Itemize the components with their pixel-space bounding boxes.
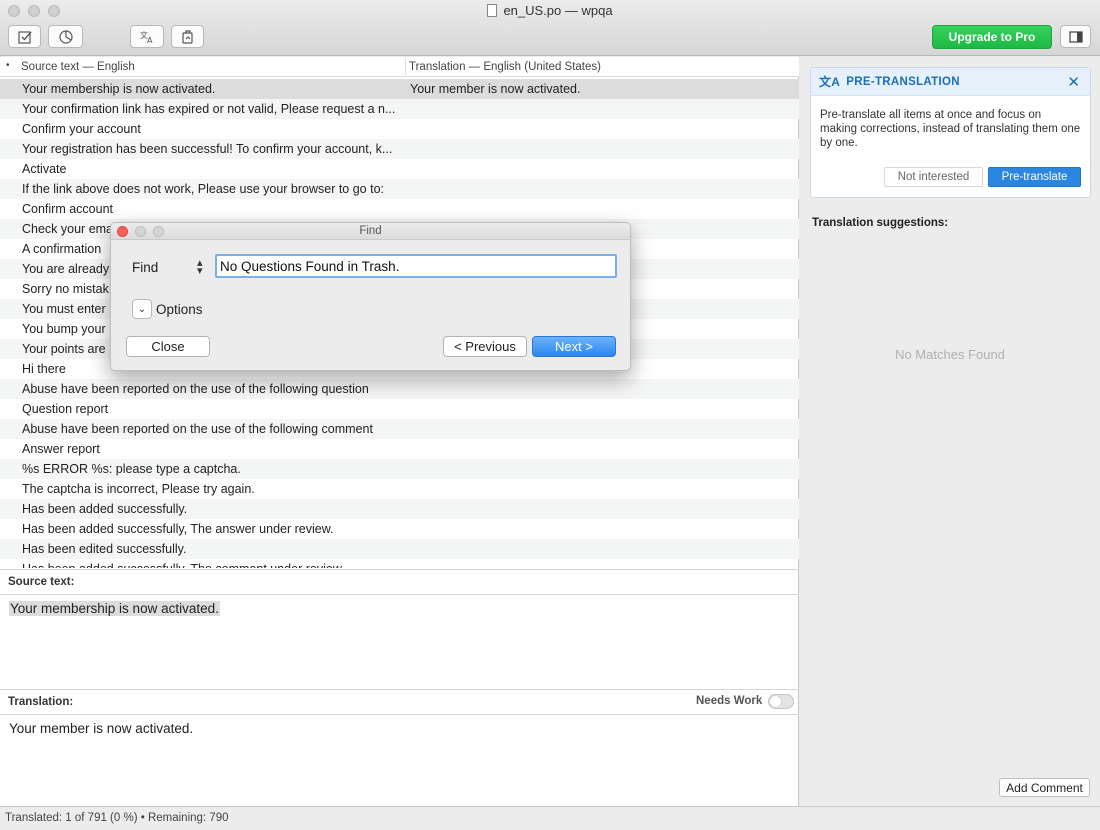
checkbox-icon [17, 30, 32, 44]
find-dialog-title: Find [111, 223, 630, 240]
status-bar: Translated: 1 of 791 (0 %) • Remaining: … [0, 806, 1100, 830]
translation-suggestions-label: Translation suggestions: [812, 217, 949, 229]
list-header-dot: • [6, 60, 10, 71]
table-row[interactable]: Has been edited successfully. [0, 539, 799, 559]
translation-label: Translation: [8, 696, 74, 708]
pretranslation-card: 文A PRE-TRANSLATION ✕ Pre-translate all i… [810, 67, 1091, 198]
source-column-header[interactable]: Source text — English [21, 61, 135, 73]
find-next-button[interactable]: Next > [532, 336, 616, 357]
source-cell: Your membership is now activated. [22, 82, 216, 96]
table-row[interactable]: Abuse have been reported on the use of t… [0, 419, 799, 439]
pretranslate-button[interactable]: Pre-translate [988, 167, 1081, 187]
table-row[interactable]: If the link above does not work, Please … [0, 179, 799, 199]
source-cell: The captcha is incorrect, Please try aga… [22, 482, 255, 496]
divider [0, 569, 799, 570]
table-row[interactable]: Your registration has been successful! T… [0, 139, 799, 159]
source-cell: Has been added successfully, The comment… [0, 562, 405, 568]
find-zoom-dot [153, 226, 164, 237]
table-row[interactable]: Confirm your account [0, 119, 799, 139]
source-cell: Has been edited successfully. [22, 542, 187, 556]
translation-cell: Your member is now activated. [410, 82, 581, 96]
translate-icon: 文A [819, 75, 841, 89]
table-row[interactable]: Your confirmation link has expired or no… [0, 99, 799, 119]
document-icon [487, 4, 498, 17]
source-cell: Abuse have been reported on the use of t… [22, 422, 373, 436]
source-cell: If the link above does not work, Please … [22, 182, 385, 196]
options-disclosure-button[interactable]: ⌄ [132, 299, 152, 319]
source-cell: %s ERROR %s: please type a captcha. [22, 462, 241, 476]
window-toolbar: en_US.po — wpqa 文A Upgrade to Pro [0, 0, 1100, 56]
table-row[interactable]: Has been added successfully, The answer … [0, 519, 799, 539]
pretranslate-toolbar-button[interactable]: 文A [130, 25, 164, 48]
sidebar-panel: 文A PRE-TRANSLATION ✕ Pre-translate all i… [800, 57, 1100, 806]
add-comment-button[interactable]: Add Comment [999, 778, 1090, 797]
source-cell: Confirm your account [22, 122, 141, 136]
source-cell: Your confirmation link has expired or no… [22, 102, 396, 116]
pie-chart-icon [58, 29, 73, 44]
validate-button[interactable] [8, 25, 41, 48]
table-row[interactable]: Abuse have been reported on the use of t… [0, 379, 799, 399]
find-minimize-dot [135, 226, 146, 237]
options-label: Options [156, 302, 203, 317]
column-separator [405, 59, 406, 75]
table-row[interactable]: Answer report [0, 439, 799, 459]
find-input[interactable] [215, 254, 617, 278]
sync-icon [181, 29, 193, 44]
upgrade-to-pro-button[interactable]: Upgrade to Pro [932, 25, 1052, 49]
source-cell: Has been added successfully. [22, 502, 188, 516]
chevron-down-icon: ⌄ [137, 303, 147, 315]
source-text-value: Your membership is now activated. [9, 601, 220, 616]
divider [0, 594, 799, 595]
svg-text:A: A [147, 36, 153, 45]
status-text: Translated: 1 of 791 (0 %) • Remaining: … [5, 812, 229, 824]
needs-work-label: Needs Work [696, 695, 763, 707]
translation-column-header[interactable]: Translation — English (United States) [409, 61, 601, 73]
source-cell: Has been added successfully, The answer … [22, 522, 334, 536]
find-previous-button[interactable]: < Previous [443, 336, 527, 357]
translation-editor[interactable]: Your member is now activated. [9, 721, 193, 736]
table-row[interactable]: %s ERROR %s: please type a captcha. [0, 459, 799, 479]
find-close-button[interactable]: Close [126, 336, 210, 357]
source-cell: Answer report [22, 442, 100, 456]
toggle-sidebar-button[interactable] [1060, 25, 1091, 48]
find-close-dot[interactable] [117, 226, 128, 237]
close-icon[interactable]: ✕ [1067, 73, 1080, 91]
translate-icon: 文A [140, 30, 153, 45]
source-cell: Question report [22, 402, 109, 416]
table-row[interactable]: Question report [0, 399, 799, 419]
window-title: en_US.po — wpqa [0, 3, 1100, 18]
table-row[interactable]: Has been added successfully. [0, 499, 799, 519]
source-cell: Confirm account [22, 202, 114, 216]
editor-panel: • Source text — English Translation — En… [0, 57, 799, 806]
divider [0, 689, 799, 690]
find-dialog: Find Find ▴▾ ⌄ Options Close < Previous … [110, 222, 631, 371]
window-title-text: en_US.po — wpqa [503, 3, 613, 18]
needs-work-toggle[interactable] [768, 694, 794, 709]
pretranslation-body: Pre-translate all items at once and focu… [820, 109, 1081, 149]
pretranslation-header: 文A PRE-TRANSLATION [811, 68, 1090, 96]
list-header: • Source text — English Translation — En… [0, 57, 799, 77]
pretranslation-title: PRE-TRANSLATION [846, 75, 960, 88]
table-row[interactable]: The captcha is incorrect, Please try aga… [0, 479, 799, 499]
table-row[interactable]: Confirm account [0, 199, 799, 219]
find-mode-label[interactable]: Find [132, 260, 158, 275]
sidebar-icon [1068, 30, 1083, 43]
source-cell: Abuse have been reported on the use of t… [22, 382, 369, 396]
divider [0, 714, 799, 715]
table-row[interactable]: Has been added successfully, The comment… [0, 559, 799, 568]
source-text-label: Source text: [8, 576, 75, 588]
source-cell: Your registration has been successful! T… [22, 142, 393, 156]
not-interested-button[interactable]: Not interested [884, 167, 983, 187]
sync-button[interactable] [171, 25, 204, 48]
source-cell: Activate [22, 162, 67, 176]
updown-chevron-icon[interactable]: ▴ ▾ [197, 258, 203, 277]
table-row[interactable]: Activate [0, 159, 799, 179]
statistics-button[interactable] [48, 25, 83, 48]
no-matches-text: No Matches Found [895, 347, 1005, 362]
table-row[interactable]: Your membership is now activated. Your me… [0, 79, 799, 99]
